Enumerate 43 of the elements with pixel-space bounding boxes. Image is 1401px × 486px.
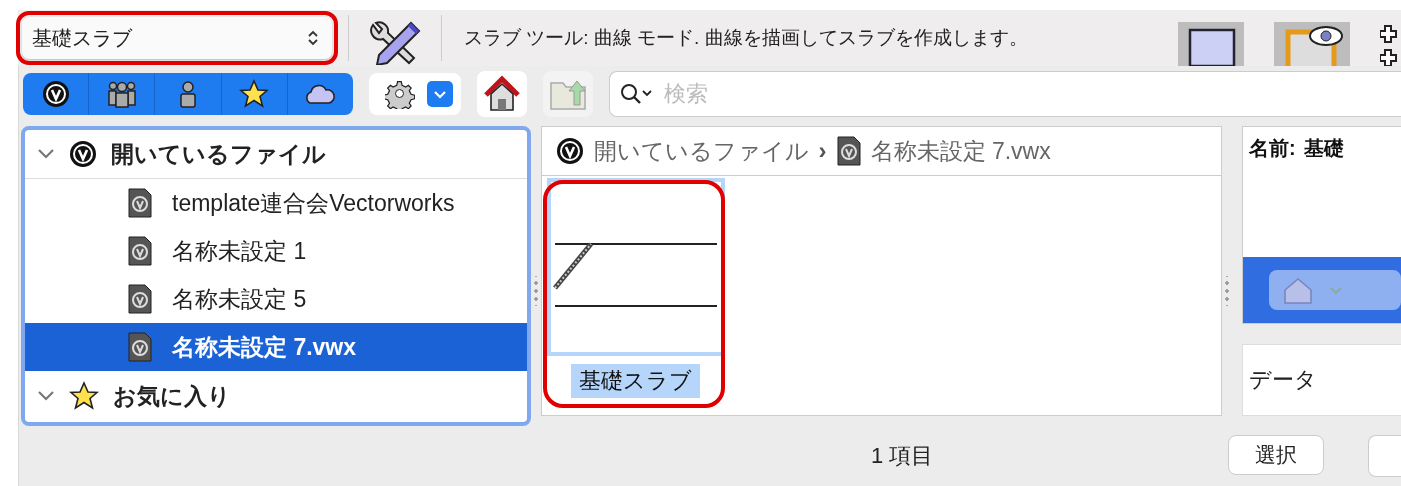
tree-file-row[interactable]: template連合会Vectorworks bbox=[25, 179, 527, 227]
house-icon bbox=[1281, 275, 1315, 305]
group-label: お気に入り bbox=[113, 381, 231, 411]
home-icon[interactable] bbox=[482, 75, 522, 113]
data-label: データ bbox=[1249, 366, 1317, 394]
name-label: 名前: bbox=[1249, 136, 1296, 161]
vectorworks-logo-icon bbox=[555, 137, 584, 165]
visibility-eye-icon[interactable] bbox=[1274, 22, 1350, 66]
settings-popup[interactable] bbox=[369, 73, 461, 115]
star-icon[interactable] bbox=[239, 79, 270, 109]
file-label: 名称未設定 7.vwx bbox=[172, 332, 357, 362]
file-label: 名称未設定 5 bbox=[172, 284, 307, 314]
search-field[interactable]: 検索 bbox=[609, 71, 1401, 117]
file-label: template連合会Vectorworks bbox=[172, 188, 455, 218]
help-text: スラブ ツール: 曲線 モード. 曲線を描画してスラブを作成します。 bbox=[464, 26, 1029, 50]
tree-group-row[interactable]: お気に入り bbox=[25, 371, 527, 421]
resource-label: 基礎スラブ bbox=[571, 364, 701, 398]
vectorworks-logo-icon bbox=[69, 140, 97, 168]
tree-file-row[interactable]: 名称未設定 1 bbox=[25, 227, 527, 275]
people-group-icon[interactable] bbox=[106, 79, 137, 109]
tree-file-row[interactable]: 名称未設定 5 bbox=[25, 275, 527, 323]
vectorworks-logo-icon[interactable] bbox=[40, 79, 71, 109]
name-value: 基礎 bbox=[1303, 136, 1344, 161]
document-icon bbox=[836, 136, 861, 166]
star-icon bbox=[69, 381, 99, 411]
group-label: 開いているファイル bbox=[111, 139, 326, 169]
popup-value: 基礎スラブ bbox=[32, 25, 132, 51]
breadcrumb-item[interactable]: 名称未設定 7.vwx bbox=[870, 135, 1051, 167]
tree-file-row[interactable]: 名称未設定 7.vwx bbox=[25, 323, 527, 371]
tree-group-row[interactable]: 開いているファイル bbox=[25, 130, 527, 179]
document-icon bbox=[128, 236, 152, 266]
document-icon bbox=[128, 284, 152, 314]
item-count: 1 項目 bbox=[871, 442, 934, 470]
dropdown-caret-icon bbox=[427, 81, 453, 107]
select-button[interactable]: 選択 bbox=[1228, 435, 1324, 475]
breadcrumb-item[interactable]: 開いているファイル bbox=[593, 135, 809, 167]
breadcrumb-separator: › bbox=[818, 137, 827, 165]
up-down-caret-icon bbox=[308, 30, 318, 46]
plane-view-icon[interactable] bbox=[1178, 22, 1244, 66]
document-icon bbox=[128, 188, 152, 218]
file-label: 名称未設定 1 bbox=[172, 236, 307, 266]
settings-icon bbox=[385, 79, 415, 109]
document-icon bbox=[128, 332, 152, 362]
